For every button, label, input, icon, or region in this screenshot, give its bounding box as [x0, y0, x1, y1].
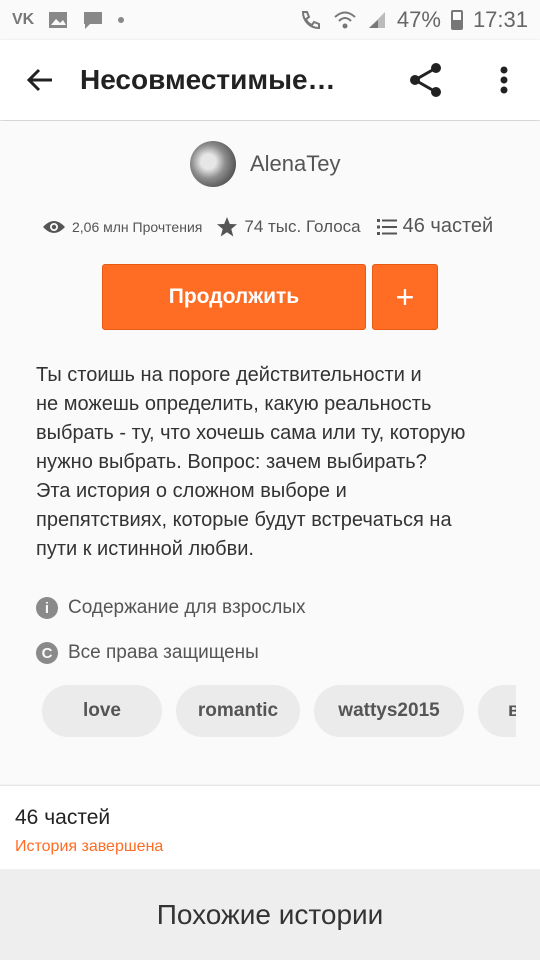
copyright-label: Все права защищены [68, 642, 259, 663]
reads-stat: 2,06 млн Прочтения [42, 219, 202, 235]
story-title: Несовместимые… [80, 64, 336, 95]
parts-section[interactable]: 46 частей История завершена [0, 785, 540, 869]
avatar [190, 141, 236, 187]
notification-icons: VK [12, 10, 125, 30]
app-bar: Несовместимые… [0, 40, 540, 120]
add-to-library-button[interactable]: + [372, 264, 438, 330]
reads-count: 2,06 млн Прочтения [72, 218, 203, 235]
vk-icon: VK [12, 11, 35, 28]
story-description: Ты стоишь на пороге действительности и н… [36, 364, 466, 560]
battery-icon [450, 10, 463, 30]
tag-chip[interactable]: romantic [176, 685, 300, 737]
votes-stat: 74 тыс. Голоса [216, 216, 361, 238]
image-icon [49, 12, 68, 28]
tag-chip[interactable]: вы [478, 685, 516, 737]
parts-count: 46 частей [402, 215, 494, 237]
back-button[interactable] [0, 40, 80, 120]
more-vertical-icon [500, 66, 508, 94]
author-link[interactable]: AlenaTey [190, 141, 341, 187]
eye-icon [43, 220, 65, 233]
status-bar: VK 47% 17:31 [0, 0, 540, 40]
share-icon [410, 63, 441, 97]
arrow-back-icon [26, 68, 52, 92]
similar-stories-heading: Похожие истории [156, 898, 384, 930]
info-icon: i [36, 597, 58, 619]
author-name: AlenaTey [250, 151, 341, 176]
tag-chip[interactable]: wattys2015 [314, 685, 464, 737]
parts-section-count: 46 частей [15, 806, 111, 829]
call-wifi-icon [301, 11, 320, 30]
more-options-button[interactable] [478, 52, 530, 108]
tags-list[interactable]: love romantic wattys2015 вы [42, 685, 516, 737]
wifi-icon [334, 11, 356, 29]
system-icons: 47% 17:31 [299, 7, 528, 33]
story-stats: 2,06 млн Прочтения 74 тыс. Голоса 46 час… [42, 215, 493, 238]
parts-stat[interactable]: 46 частей [376, 215, 494, 238]
clock: 17:31 [472, 7, 528, 32]
votes-count: 74 тыс. Голоса [244, 216, 361, 236]
story-status: История завершена [15, 838, 164, 855]
star-icon [217, 216, 238, 236]
signal-icon [368, 12, 385, 28]
similar-stories-section: Похожие истории [0, 869, 540, 960]
copyright-icon: C [36, 642, 58, 664]
share-button[interactable] [398, 52, 454, 108]
story-details: AlenaTey 2,06 млн Прочтения 74 тыс. Голо… [0, 121, 540, 784]
continue-reading-button[interactable]: Продолжить [102, 264, 366, 330]
mature-content-label: Содержание для взрослых [68, 597, 306, 618]
tag-chip[interactable]: love [42, 685, 162, 737]
dot-icon [118, 17, 125, 23]
copyright-notice: C Все права защищены [36, 642, 259, 664]
chat-icon [84, 12, 103, 29]
battery-percent: 47% [396, 7, 441, 32]
mature-content-notice: i Содержание для взрослых [36, 597, 306, 619]
list-icon [376, 218, 397, 235]
